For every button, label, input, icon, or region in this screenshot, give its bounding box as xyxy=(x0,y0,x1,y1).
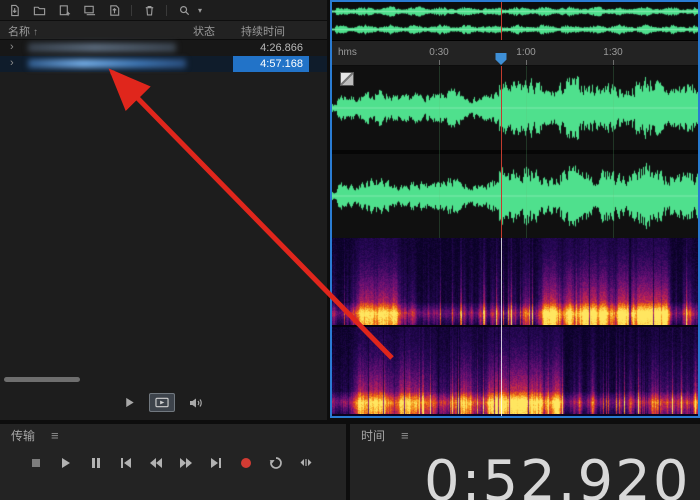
overview-strip[interactable] xyxy=(332,2,698,41)
ruler-tick-mark xyxy=(613,60,614,65)
time-gridline xyxy=(439,66,440,238)
rewind-button[interactable] xyxy=(145,454,167,472)
file-name-redacted xyxy=(28,43,176,52)
new-item-icon[interactable] xyxy=(56,3,72,17)
expand-chevron-icon[interactable]: › xyxy=(10,41,14,53)
toolbar-separator xyxy=(166,4,167,16)
column-header-status[interactable]: 状态 xyxy=(193,23,215,39)
loop-playback-button[interactable] xyxy=(149,393,175,412)
files-panel: ▾ 名称 ↑ 状态 持续时间 › 4:26.866 › 4:57.168 xyxy=(0,0,327,420)
file-row[interactable]: › 4:26.866 xyxy=(0,40,327,56)
files-column-headers: 名称 ↑ 状态 持续时间 xyxy=(0,21,327,40)
file-name-redacted xyxy=(28,59,186,68)
spectrogram-right-channel-canvas xyxy=(332,327,698,414)
transport-header: 传输 ≡ xyxy=(0,424,346,446)
go-to-end-button[interactable] xyxy=(205,454,227,472)
column-header-name[interactable]: 名称 ↑ xyxy=(8,23,38,39)
ruler-tick-mark xyxy=(526,60,527,65)
ruler-unit-label: hms xyxy=(338,47,357,58)
files-list: › 4:26.866 › 4:57.168 xyxy=(0,40,327,72)
overview-playhead-line xyxy=(501,2,502,40)
spectrogram-display[interactable] xyxy=(332,238,698,416)
time-header: 时间 ≡ xyxy=(350,424,700,446)
ruler-tick-label: 1:30 xyxy=(603,47,623,58)
import-folder-icon[interactable] xyxy=(31,3,47,17)
files-toolbar: ▾ xyxy=(0,0,327,21)
transport-title: 传输 xyxy=(11,428,36,443)
record-button[interactable] xyxy=(235,454,257,472)
go-to-start-button[interactable] xyxy=(115,454,137,472)
pause-button[interactable] xyxy=(85,454,107,472)
ruler-tick-mark xyxy=(439,60,440,65)
sort-ascending-icon: ↑ xyxy=(33,27,38,38)
expand-chevron-icon[interactable]: › xyxy=(10,57,14,69)
loop-playback-button[interactable] xyxy=(265,454,287,472)
ruler-tick-label: 0:30 xyxy=(429,47,449,58)
batch-process-icon[interactable] xyxy=(81,3,97,17)
timeline-ruler[interactable]: hms 0:30 1:00 1:30 xyxy=(332,41,698,66)
transport-panel: 传输 ≡ xyxy=(0,424,346,500)
import-file-icon[interactable] xyxy=(6,3,22,17)
export-icon[interactable] xyxy=(106,3,122,17)
time-gridline xyxy=(526,66,527,238)
waveform-display[interactable] xyxy=(332,66,698,238)
panel-menu-icon[interactable]: ≡ xyxy=(51,428,59,443)
playhead-line xyxy=(501,66,502,238)
editor-corner-widget-icon[interactable] xyxy=(340,72,354,86)
column-header-duration[interactable]: 持续时间 xyxy=(241,23,285,39)
time-gridline xyxy=(613,66,614,238)
waveform-right-channel-canvas xyxy=(332,154,698,238)
playhead-handle[interactable] xyxy=(495,53,507,65)
ruler-tick-label: 1:00 xyxy=(516,47,536,58)
waveform-left-channel-canvas xyxy=(332,66,698,150)
skip-selection-button[interactable] xyxy=(295,454,317,472)
horizontal-scrollbar-thumb[interactable] xyxy=(4,377,80,382)
spectrogram-playhead-line xyxy=(501,238,502,416)
file-row-selected[interactable]: › 4:57.168 xyxy=(0,56,327,72)
file-duration: 4:26.866 xyxy=(260,42,303,54)
time-panel: 时间 ≡ 0:52.920 xyxy=(350,424,700,500)
audio-editor-window: ▾ 名称 ↑ 状态 持续时间 › 4:26.866 › 4:57.168 hms… xyxy=(0,0,700,500)
time-display: 0:52.920 xyxy=(424,449,691,500)
column-name-label: 名称 xyxy=(8,26,30,38)
delete-icon[interactable] xyxy=(141,3,157,17)
overview-waveform-canvas xyxy=(332,2,698,39)
preview-play-button[interactable] xyxy=(123,396,136,409)
time-title: 时间 xyxy=(361,428,386,443)
toolbar-separator xyxy=(131,4,132,16)
auto-play-speaker-button[interactable] xyxy=(188,396,204,410)
panel-menu-icon[interactable]: ≡ xyxy=(401,428,409,443)
spectrogram-left-channel-canvas xyxy=(332,238,698,325)
search-icon[interactable] xyxy=(176,3,192,17)
stop-button[interactable] xyxy=(25,454,47,472)
play-button[interactable] xyxy=(55,454,77,472)
waveform-editor-panel: hms 0:30 1:00 1:30 xyxy=(330,0,700,418)
files-preview-controls xyxy=(0,393,327,412)
transport-buttons xyxy=(0,446,346,472)
file-duration-selected: 4:57.168 xyxy=(233,56,309,72)
search-dropdown-caret-icon[interactable]: ▾ xyxy=(198,6,202,15)
fast-forward-button[interactable] xyxy=(175,454,197,472)
